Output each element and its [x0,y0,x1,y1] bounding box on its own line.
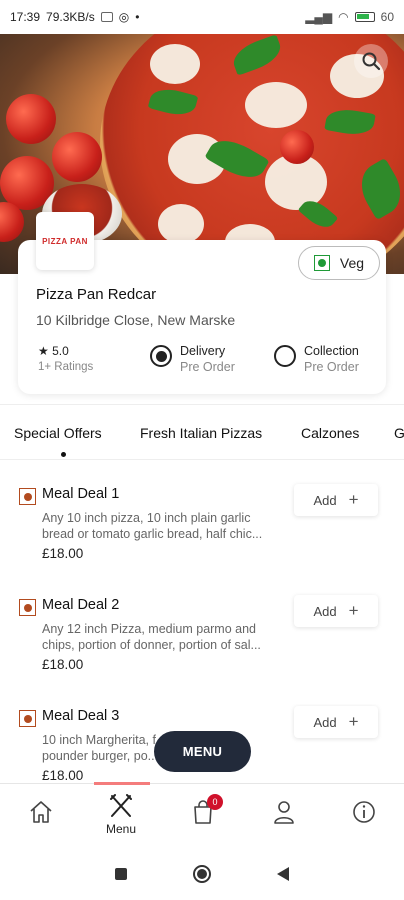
veg-label: Veg [339,255,365,271]
item-description-line: chips, portion of donner, portion of sal… [42,638,261,652]
item-name: Meal Deal 1 [42,486,120,502]
dot-icon: • [135,10,140,24]
item-name: Meal Deal 2 [42,597,120,613]
rating-value: 5.0 [52,344,69,358]
collection-option[interactable]: Collection Pre Order [274,344,359,374]
wifi-icon: ◠ [338,10,349,24]
active-tab-indicator [61,452,66,457]
item-price: £18.00 [42,546,84,561]
add-button[interactable]: Add + [294,706,378,738]
delivery-label: Delivery [180,344,226,358]
item-price: £18.00 [42,768,84,783]
back-icon[interactable] [277,867,289,881]
info-icon [353,801,375,823]
delivery-sub: Pre Order [180,360,235,374]
delivery-radio[interactable] [150,345,172,367]
add-button[interactable]: Add + [294,484,378,516]
plus-icon: + [348,490,359,509]
signal-icon: ▂▄▆ [305,10,333,24]
item-description-line: bread or tomato garlic bread, half chic.… [42,527,263,541]
item-description-line: Any 12 inch Pizza, medium parmo and [42,622,256,636]
add-label: Add [313,492,337,508]
search-icon [362,52,381,71]
add-button[interactable]: Add + [294,595,378,627]
nav-home[interactable] [21,798,61,826]
add-label: Add [313,714,337,730]
active-nav-indicator [94,782,150,785]
non-veg-icon [19,599,36,616]
bottom-nav: Menu 0 [0,782,404,847]
collection-sub: Pre Order [304,360,359,374]
add-label: Add [313,603,337,619]
plus-icon: + [348,712,359,731]
veg-filter-button[interactable]: Veg [298,246,380,280]
tab-fresh-italian-pizzas[interactable]: Fresh Italian Pizzas [140,425,262,441]
menu-item[interactable]: Meal Deal 1 Any 10 inch pizza, 10 inch p… [0,482,404,593]
app-notification-icon: ◎ [118,10,130,24]
restaurant-name: Pizza Pan Redcar [36,286,157,303]
battery-level: 60 [380,10,394,24]
search-button[interactable] [354,44,388,78]
fork-knife-icon [110,794,132,817]
tab-next[interactable]: G [394,425,404,441]
delivery-option[interactable]: Delivery Pre Order [150,344,235,374]
recents-icon[interactable] [115,868,127,880]
cart-count-badge: 0 [207,794,223,810]
network-speed: 79.3KB/s [46,10,95,24]
home-icon [30,801,52,823]
home-system-icon[interactable] [193,865,211,883]
tab-calzones[interactable]: Calzones [301,425,359,441]
restaurant-address: 10 Kilbridge Close, New Marske [36,312,236,328]
status-time: 17:39 [10,10,41,24]
restaurant-card: PIZZA PAN Veg Pizza Pan Redcar 10 Kilbri… [18,212,386,394]
non-veg-icon [19,710,36,727]
nav-profile[interactable] [264,798,304,826]
star-icon: ★ [38,344,49,358]
plus-icon: + [348,601,359,620]
tab-special-offers[interactable]: Special Offers [14,425,102,441]
item-name: Meal Deal 3 [42,708,120,724]
ratings-count: 1+ Ratings [38,361,94,373]
nav-cart[interactable]: 0 [183,794,223,826]
nav-info[interactable] [344,798,384,826]
item-description: Any 10 inch pizza, 10 inch plain garlic … [42,510,282,542]
status-bar: 17:39 79.3KB/s ◎ • ▂▄▆ ◠ 60 [0,0,404,34]
nav-menu-label: Menu [105,822,137,836]
menu-item[interactable]: Meal Deal 2 Any 12 inch Pizza, medium pa… [0,593,404,704]
restaurant-logo: PIZZA PAN [36,212,94,270]
category-tabs: Special Offers Fresh Italian Pizzas Calz… [0,404,404,460]
rating-block: ★ 5.0 1+ Ratings [38,344,93,373]
collection-label: Collection [304,344,359,358]
system-nav-bar [0,848,404,900]
item-description: Any 12 inch Pizza, medium parmo and chip… [42,621,282,653]
item-description-line: Any 10 inch pizza, 10 inch plain garlic [42,511,251,525]
nav-menu[interactable]: Menu [101,792,141,836]
battery-icon [354,12,375,22]
floating-menu-button[interactable]: MENU [154,731,251,772]
item-price: £18.00 [42,657,84,672]
non-veg-icon [19,488,36,505]
notification-icon [100,12,113,22]
user-icon [274,801,294,824]
collection-radio[interactable] [274,345,296,367]
veg-icon [313,255,330,271]
